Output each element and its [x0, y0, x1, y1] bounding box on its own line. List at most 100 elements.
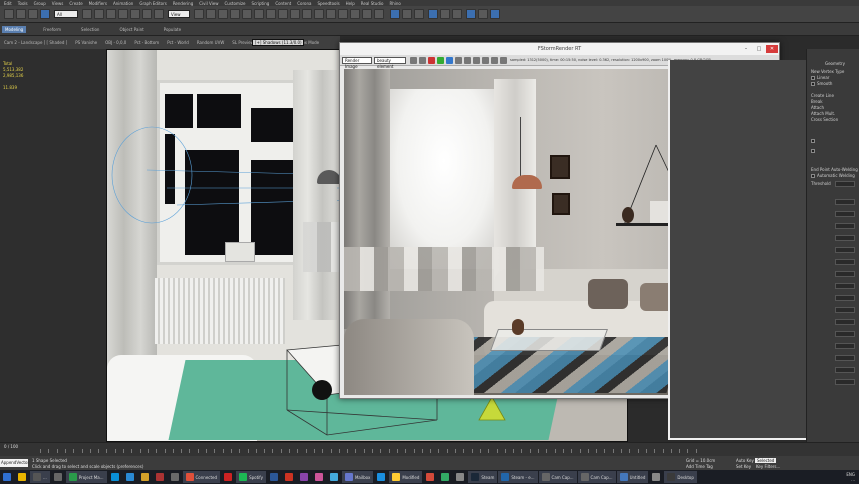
script-icon[interactable]	[428, 9, 438, 19]
menu-item[interactable]: Group	[34, 1, 46, 6]
radio[interactable]	[811, 76, 815, 80]
alpha-icon[interactable]	[455, 57, 462, 64]
ribbon-tool[interactable]: PS Vanishe	[75, 40, 97, 45]
menu-item[interactable]: Graph Editors	[139, 1, 166, 6]
maxscript-listener-input[interactable]: AppendVector	[0, 459, 29, 467]
tool-icon[interactable]	[490, 9, 500, 19]
taskbar-item[interactable]	[438, 471, 452, 483]
menu-item[interactable]: Civil View	[199, 1, 218, 6]
taskbar-item[interactable]	[123, 471, 137, 483]
taskbar-item[interactable]: Desktop	[664, 471, 697, 483]
tool-icon[interactable]	[466, 9, 476, 19]
spinner[interactable]	[835, 331, 855, 337]
tool-icon[interactable]	[440, 9, 450, 19]
viewport-select-dropdown[interactable]: [+] Shadows (11.3/0.0)	[252, 39, 304, 46]
taskbar-item[interactable]	[374, 471, 388, 483]
taskbar-item[interactable]	[649, 471, 663, 483]
ribbon-tab[interactable]: Object Paint	[116, 26, 146, 33]
rectangle-selection-icon[interactable]	[106, 9, 116, 19]
frame-counter[interactable]: 0 / 100	[4, 444, 18, 449]
menu-item[interactable]: Views	[52, 1, 64, 6]
menu-item[interactable]: Edit	[4, 1, 12, 6]
mirror-icon[interactable]	[266, 9, 276, 19]
menu-item[interactable]: Create	[69, 1, 82, 6]
key-mode-select[interactable]: Selected	[755, 458, 777, 463]
taskbar-item[interactable]: Modified	[389, 471, 423, 483]
menu-item[interactable]: Scripting	[252, 1, 270, 6]
key-filters-button[interactable]: Key Filters...	[756, 464, 780, 469]
snaps-icon[interactable]	[206, 9, 216, 19]
auto-weld-checkbox[interactable]	[811, 174, 815, 178]
rendered-frame-icon[interactable]	[362, 9, 372, 19]
taskbar-item[interactable]: Untitled	[616, 471, 649, 483]
rollout-title[interactable]: Geometry	[825, 61, 845, 66]
compare-icon[interactable]	[491, 57, 498, 64]
taskbar-item[interactable]	[297, 471, 311, 483]
ribbon-tab[interactable]: Freeform	[40, 26, 64, 33]
window-crossing-icon[interactable]	[118, 9, 128, 19]
radio[interactable]	[811, 82, 815, 86]
attach-button[interactable]: Attach	[811, 105, 824, 110]
channel-r-icon[interactable]	[437, 57, 444, 64]
region-icon[interactable]	[482, 57, 489, 64]
mono-icon[interactable]	[464, 57, 471, 64]
lut-icon[interactable]	[473, 57, 480, 64]
move-icon[interactable]	[130, 9, 140, 19]
channel-select[interactable]: Render Image	[342, 57, 372, 69]
tool-icon[interactable]	[478, 9, 488, 19]
cross-section-button[interactable]: Cross Section	[811, 117, 838, 122]
named-selection-icon[interactable]	[254, 9, 264, 19]
taskbar-item[interactable]: Cam Cap...	[577, 471, 616, 483]
element-select[interactable]: beauty element	[374, 57, 406, 69]
checkbox[interactable]	[811, 139, 815, 143]
create-line-button[interactable]: Create Line	[811, 93, 834, 98]
ribbon-tool[interactable]: OBJ - 0,0,0	[105, 40, 126, 45]
spinner[interactable]	[835, 355, 855, 361]
reference-coordinate-dropdown[interactable]: View	[168, 10, 190, 18]
schematic-view-icon[interactable]	[326, 9, 336, 19]
taskbar-item[interactable]: Steam	[468, 471, 498, 483]
select-icon[interactable]	[40, 9, 50, 19]
menu-item[interactable]: Content	[275, 1, 291, 6]
taskbar-item[interactable]	[138, 471, 152, 483]
taskbar-item[interactable]	[267, 471, 281, 483]
render-setup-icon[interactable]	[350, 9, 360, 19]
spinner[interactable]	[835, 259, 855, 265]
auto-key-button[interactable]: Auto Key	[736, 458, 754, 463]
select-object-icon[interactable]	[82, 9, 92, 19]
menu-item[interactable]: Corona	[297, 1, 311, 6]
taskbar-item[interactable]: Steam - e...	[498, 471, 538, 483]
spinner[interactable]	[835, 295, 855, 301]
percent-snap-icon[interactable]	[230, 9, 240, 19]
taskbar-item[interactable]	[327, 471, 341, 483]
selection-filter-dropdown[interactable]: All	[54, 10, 78, 18]
spinner[interactable]	[835, 343, 855, 349]
taskbar-item[interactable]	[168, 471, 182, 483]
attach-mult-button[interactable]: Attach Mult.	[811, 111, 835, 116]
spinner[interactable]	[835, 319, 855, 325]
taskbar-item[interactable]	[453, 471, 467, 483]
taskbar-item[interactable]	[282, 471, 296, 483]
menu-item[interactable]: Speedtools	[317, 1, 339, 6]
fstorm-settings-icon[interactable]	[402, 9, 412, 19]
menu-item[interactable]: Rendering	[173, 1, 193, 6]
add-time-tag[interactable]: Add Time Tag	[686, 464, 713, 469]
ribbon-tool[interactable]: Pct - Bottom	[134, 40, 159, 45]
undo-icon[interactable]	[4, 9, 14, 19]
taskbar-item[interactable]: Spotify	[236, 471, 266, 483]
ribbon-tab[interactable]: Modeling	[2, 25, 27, 33]
spinner[interactable]	[835, 379, 855, 385]
taskbar-item[interactable]: Project Ma...	[65, 471, 107, 483]
taskbar-item[interactable]	[312, 471, 326, 483]
ribbon-tool[interactable]: SL Preview	[232, 40, 254, 45]
curve-editor-icon[interactable]	[314, 9, 324, 19]
transform-gizmo[interactable]	[477, 395, 507, 425]
fstorm-icon[interactable]	[390, 9, 400, 19]
taskbar-item[interactable]	[15, 471, 29, 483]
minimize-button[interactable]: –	[740, 45, 752, 53]
checkbox[interactable]	[811, 149, 815, 153]
spinner[interactable]	[835, 235, 855, 241]
ribbon-tool[interactable]: Pct - World	[167, 40, 189, 45]
spinner-snap-icon[interactable]	[242, 9, 252, 19]
spinner[interactable]	[835, 367, 855, 373]
